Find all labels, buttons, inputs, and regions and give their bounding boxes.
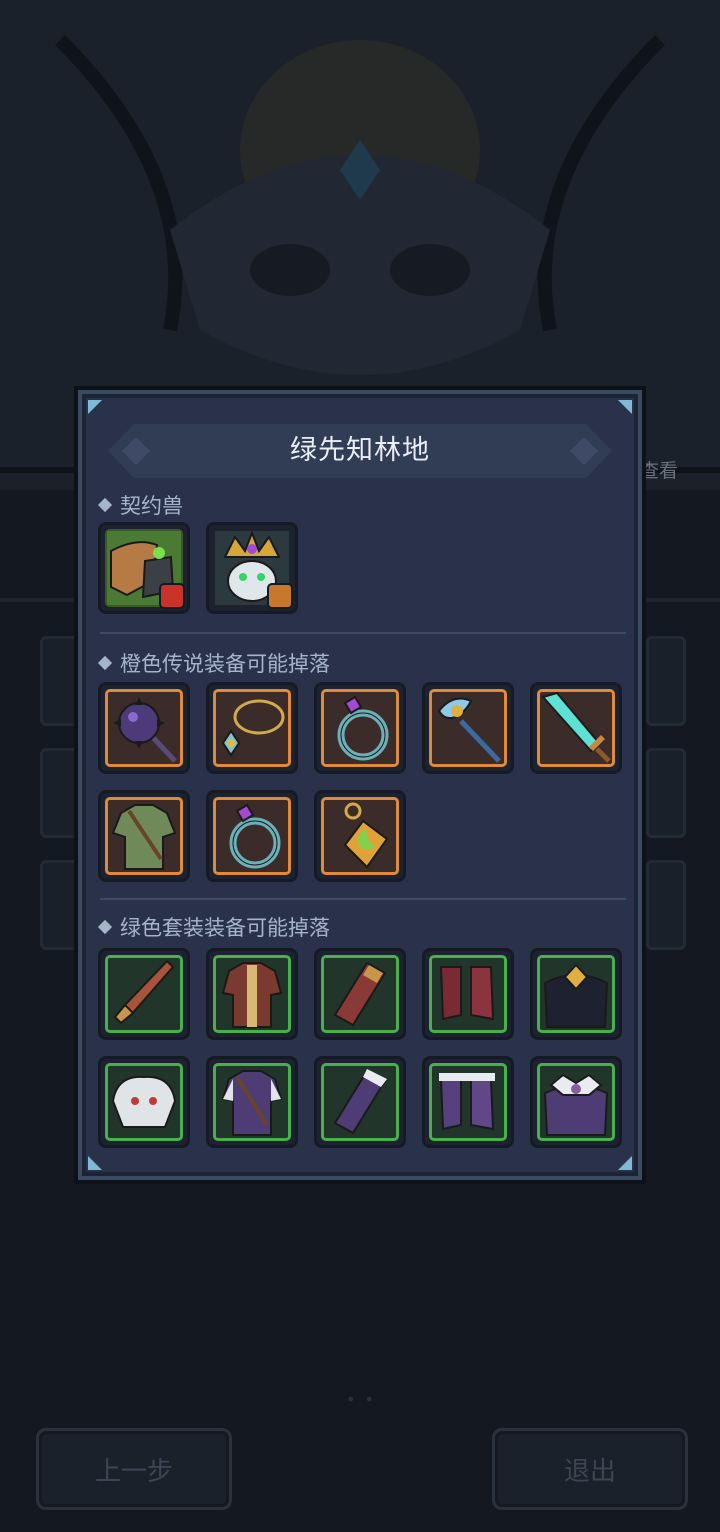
prev-step-label: 上一步 — [94, 1456, 173, 1487]
background-slot — [40, 860, 80, 950]
exit-button[interactable]: 退出 — [492, 1428, 688, 1510]
corner-ornament — [88, 400, 102, 414]
background-slot — [646, 636, 686, 726]
section-label: 契约兽 — [120, 494, 183, 518]
item-slot[interactable] — [422, 682, 514, 774]
staff-icon — [437, 697, 501, 763]
background-slot — [646, 860, 686, 950]
item-slot[interactable] — [314, 790, 406, 882]
title-bar: 绿先知林地 — [108, 424, 612, 478]
modal-title: 绿先知林地 — [290, 435, 430, 466]
earth-element-icon — [267, 583, 293, 609]
dagger-icon — [113, 959, 175, 1025]
page-indicator: • • — [346, 1390, 376, 1409]
section-header-orange: 橙色传说装备可能掉落 — [97, 648, 330, 678]
feather-cape-icon — [543, 1073, 609, 1136]
corner-ornament — [618, 1156, 632, 1170]
item-slot[interactable] — [206, 682, 298, 774]
bracer-icon — [333, 961, 387, 1027]
boots-icon — [439, 966, 495, 1021]
pet-slot[interactable] — [206, 522, 298, 614]
fire-element-icon — [159, 583, 185, 609]
exit-label: 退出 — [563, 1456, 616, 1487]
helmet-icon — [111, 1075, 177, 1128]
diamond-icon — [97, 655, 113, 671]
vest-armor-icon — [221, 1070, 283, 1136]
section-label: 橙色传说装备可能掉落 — [120, 652, 330, 676]
corner-ornament — [618, 400, 632, 414]
section-divider — [100, 898, 626, 900]
item-slot[interactable] — [422, 948, 514, 1040]
item-slot[interactable] — [530, 682, 622, 774]
item-slot[interactable] — [98, 682, 190, 774]
view-label[interactable]: 查看 — [640, 456, 678, 483]
necklace-icon — [221, 699, 285, 757]
item-slot[interactable] — [314, 682, 406, 774]
background-slot — [40, 636, 80, 726]
section-header-pets: 契约兽 — [97, 490, 183, 520]
ring-icon — [229, 803, 281, 869]
item-slot[interactable] — [98, 790, 190, 882]
drop-info-modal: 绿先知林地 契约兽 橙色传说装备可能掉落 绿色套装装备可能掉落 — [76, 388, 644, 1182]
item-slot[interactable] — [206, 948, 298, 1040]
prev-step-button[interactable]: 上一步 — [36, 1428, 232, 1510]
corner-ornament — [88, 1156, 102, 1170]
section-label: 绿色套装装备可能掉落 — [120, 916, 330, 940]
item-slot[interactable] — [314, 1056, 406, 1148]
item-slot[interactable] — [98, 948, 190, 1040]
item-slot[interactable] — [206, 1056, 298, 1148]
robe-armor-icon — [221, 962, 283, 1028]
fur-boots-icon — [439, 1073, 495, 1131]
pet-slot[interactable] — [98, 522, 190, 614]
amulet-icon — [343, 802, 389, 869]
cape-icon — [543, 963, 609, 1028]
item-slot[interactable] — [530, 948, 622, 1040]
item-slot[interactable] — [314, 948, 406, 1040]
gauntlet-icon — [333, 1069, 387, 1135]
item-slot[interactable] — [98, 1056, 190, 1148]
section-header-green: 绿色套装装备可能掉落 — [97, 912, 330, 942]
item-slot[interactable] — [422, 1056, 514, 1148]
item-slot[interactable] — [530, 1056, 622, 1148]
crystal-sword-icon — [541, 691, 611, 763]
spiked-mace-icon — [113, 697, 177, 763]
section-divider — [100, 632, 626, 634]
tunic-armor-icon — [111, 804, 177, 870]
background-slot — [646, 748, 686, 838]
item-slot[interactable] — [206, 790, 298, 882]
diamond-icon — [97, 497, 113, 513]
ring-icon — [337, 695, 389, 761]
diamond-icon — [97, 919, 113, 935]
background-slot — [40, 748, 80, 838]
